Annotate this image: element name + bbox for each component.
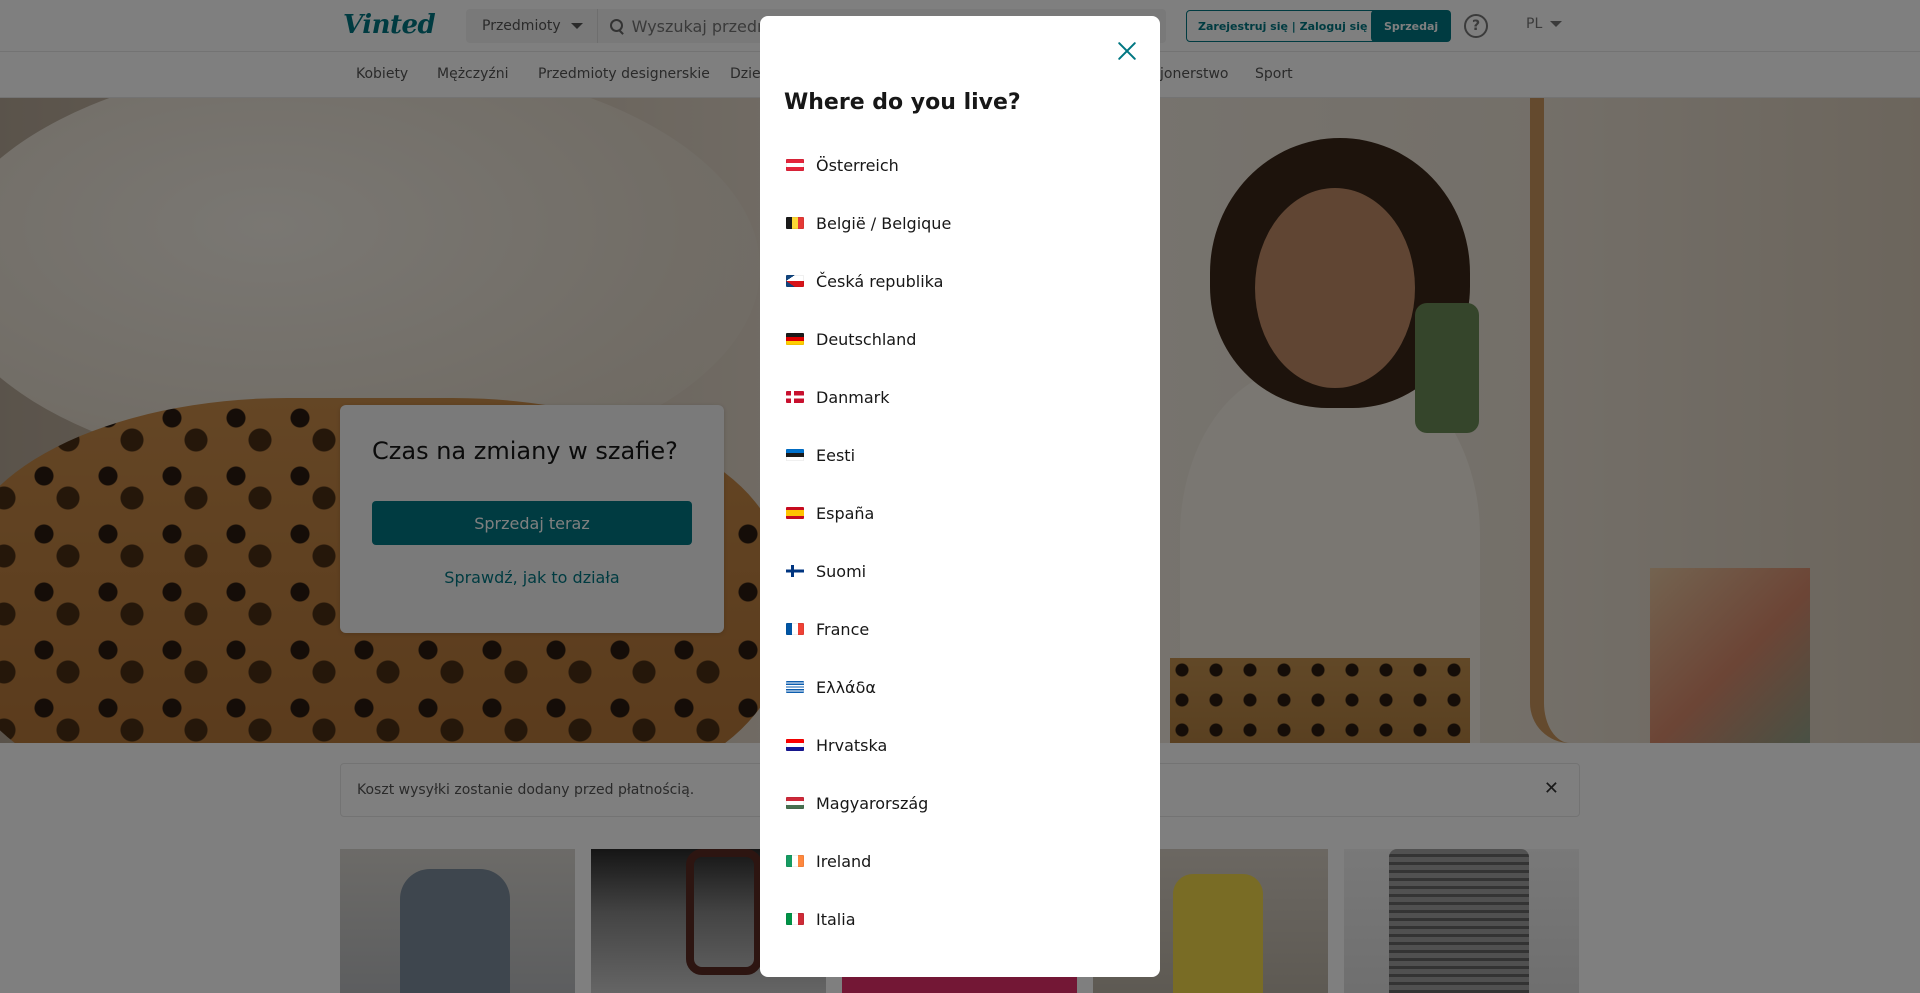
country-option[interactable]: Magyarország [760,774,1160,832]
country-option[interactable]: België / Belgique [760,194,1160,252]
country-label: France [816,619,870,639]
country-label: Deutschland [816,329,917,349]
country-option[interactable]: Deutschland [760,310,1160,368]
country-label: Österreich [816,155,899,175]
country-label: Italia [816,909,856,929]
flag-icon [786,449,804,461]
flag-icon [786,681,804,693]
country-option[interactable]: Suomi [760,542,1160,600]
country-label: Danmark [816,387,890,407]
flag-icon [786,333,804,345]
country-option[interactable]: Hrvatska [760,716,1160,774]
flag-icon [786,913,804,925]
country-label: Eesti [816,445,856,465]
country-label: Ελλάδα [816,677,876,697]
country-label: Česká republika [816,271,944,291]
flag-icon [786,623,804,635]
flag-icon [786,855,804,867]
modal-title: Where do you live? [784,90,1021,115]
close-icon[interactable] [1112,36,1142,66]
country-label: Suomi [816,561,867,581]
country-label: Ireland [816,851,872,871]
country-option[interactable]: Ελλάδα [760,658,1160,716]
country-option[interactable]: Ireland [760,832,1160,890]
flag-icon [786,565,804,577]
country-list: Österreich België / Belgique Česká repub… [760,136,1160,948]
country-option[interactable]: España [760,484,1160,542]
country-label: España [816,503,875,523]
country-option[interactable]: Österreich [760,136,1160,194]
country-option[interactable]: Česká republika [760,252,1160,310]
country-option[interactable]: France [760,600,1160,658]
country-option[interactable]: Danmark [760,368,1160,426]
country-select-modal: Where do you live? Österreich België / B… [760,16,1160,977]
country-label: Magyarország [816,793,929,813]
country-label: België / Belgique [816,213,952,233]
country-option[interactable]: Eesti [760,426,1160,484]
flag-icon [786,507,804,519]
flag-icon [786,391,804,403]
flag-icon [786,159,804,171]
flag-icon [786,275,804,287]
flag-icon [786,739,804,751]
country-label: Hrvatska [816,735,888,755]
flag-icon [786,217,804,229]
country-option[interactable]: Italia [760,890,1160,948]
flag-icon [786,797,804,809]
